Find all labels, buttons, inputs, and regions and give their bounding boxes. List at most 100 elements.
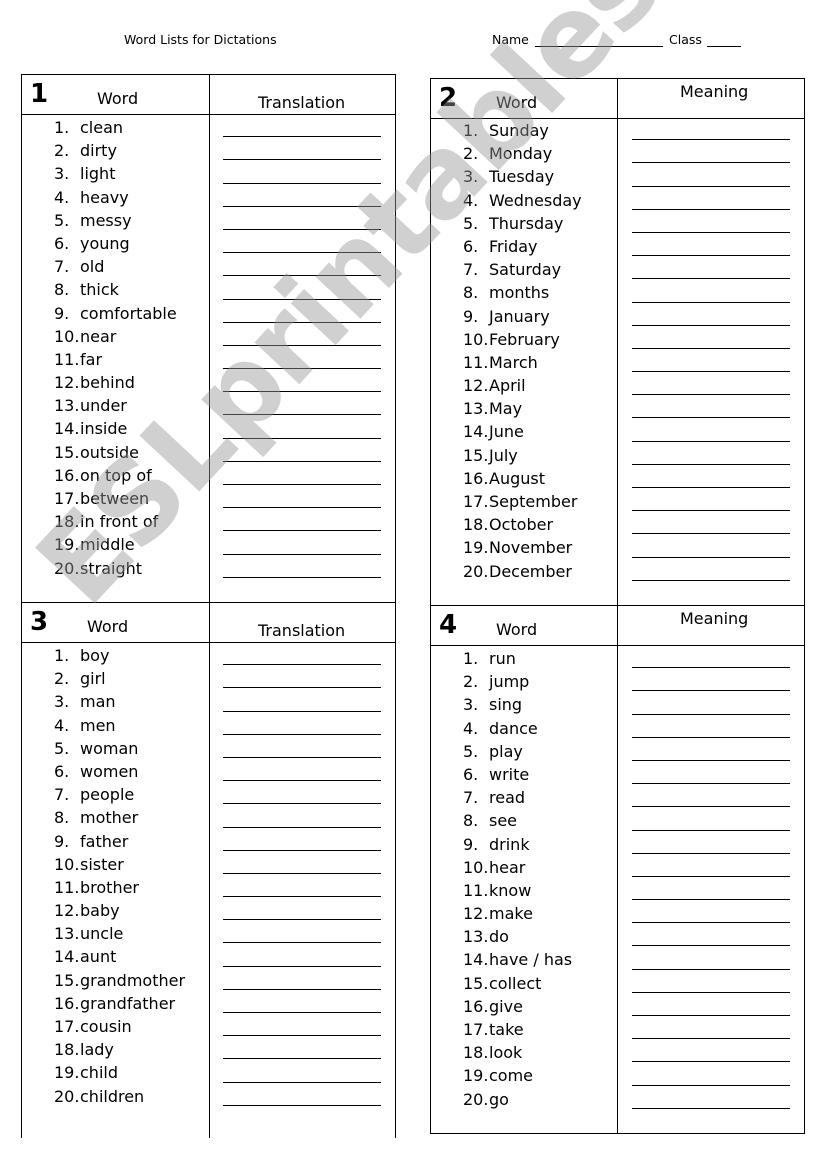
answer-line[interactable] (223, 555, 381, 578)
item-number: 12. (54, 901, 80, 921)
list-item: 5. play (463, 741, 572, 764)
answer-line[interactable] (632, 279, 790, 303)
answer-line[interactable] (632, 877, 790, 901)
answer-line[interactable] (632, 210, 790, 233)
list-item: 11. far (54, 349, 177, 372)
answer-line[interactable] (632, 738, 790, 761)
answer-line[interactable] (632, 326, 790, 349)
class-field[interactable] (707, 46, 741, 47)
answer-line[interactable] (632, 558, 790, 581)
answer-line[interactable] (223, 531, 381, 555)
answer-line[interactable] (223, 990, 381, 1013)
answer-line[interactable] (223, 851, 381, 874)
answer-line[interactable] (632, 465, 790, 488)
answer-line[interactable] (223, 943, 381, 967)
answer-line[interactable] (223, 804, 381, 828)
answer-line[interactable] (632, 418, 790, 442)
item-word: women (80, 761, 139, 781)
page-title: Word Lists for Dictations (124, 32, 277, 47)
list-item: 5. messy (54, 210, 177, 233)
answer-line[interactable] (632, 117, 790, 141)
answer-line[interactable] (632, 831, 790, 854)
answer-line[interactable] (223, 276, 381, 300)
answer-line[interactable] (223, 439, 381, 462)
list-item: 6. women (54, 761, 185, 784)
answer-line[interactable] (632, 784, 790, 808)
answer-line[interactable] (223, 207, 381, 230)
answer-line[interactable] (223, 1083, 381, 1106)
answer-line[interactable] (632, 233, 790, 257)
answer-line[interactable] (223, 253, 381, 277)
answer-line[interactable] (223, 508, 381, 532)
answer-line[interactable] (223, 369, 381, 393)
list-item: 10. February (463, 329, 582, 352)
answer-line[interactable] (632, 511, 790, 535)
answer-line[interactable] (223, 920, 381, 944)
answer-line[interactable] (223, 300, 381, 323)
answer-line[interactable] (632, 256, 790, 280)
answer-line[interactable] (223, 1059, 381, 1083)
answer-line[interactable] (223, 323, 381, 346)
answer-line[interactable] (223, 665, 381, 689)
answer-line[interactable] (223, 1036, 381, 1060)
answer-line[interactable] (632, 442, 790, 465)
item-number: 6. (54, 233, 70, 253)
answer-line[interactable] (632, 1039, 790, 1063)
answer-line[interactable] (632, 534, 790, 558)
item-word: in front of (80, 512, 159, 532)
answer-line[interactable] (632, 668, 790, 692)
answer-line[interactable] (632, 349, 790, 373)
answer-line[interactable] (632, 303, 790, 326)
answer-line[interactable] (632, 372, 790, 396)
answer-line[interactable] (223, 897, 381, 921)
item-number: 19. (54, 1063, 80, 1083)
answer-line[interactable] (632, 807, 790, 831)
answer-line[interactable] (632, 187, 790, 210)
name-field[interactable] (535, 46, 663, 47)
answer-line[interactable] (632, 993, 790, 1016)
answer-line[interactable] (223, 688, 381, 712)
answer-line[interactable] (223, 642, 381, 666)
answer-line[interactable] (223, 781, 381, 805)
answer-line[interactable] (632, 645, 790, 669)
answer-line[interactable] (632, 1016, 790, 1040)
answer-line[interactable] (223, 967, 381, 990)
item-word: hear (489, 857, 526, 877)
answer-line[interactable] (632, 395, 790, 419)
answer-line[interactable] (632, 691, 790, 715)
answer-line[interactable] (632, 163, 790, 187)
answer-line[interactable] (632, 923, 790, 947)
answer-line[interactable] (223, 392, 381, 416)
answer-line[interactable] (632, 488, 790, 512)
item-word: February (489, 329, 560, 349)
answer-line[interactable] (223, 828, 381, 851)
answer-line[interactable] (223, 137, 381, 161)
answer-line[interactable] (632, 1086, 790, 1109)
item-word: lady (80, 1040, 114, 1060)
list-item: 1. Sunday (463, 120, 582, 143)
answer-line[interactable] (223, 485, 381, 509)
answer-line[interactable] (632, 946, 790, 970)
answer-line[interactable] (223, 114, 381, 138)
answer-line[interactable] (223, 184, 381, 207)
answer-line[interactable] (223, 874, 381, 898)
answer-line[interactable] (632, 970, 790, 993)
answer-line[interactable] (223, 758, 381, 782)
answer-line[interactable] (632, 1062, 790, 1086)
answer-line[interactable] (223, 160, 381, 184)
answer-line[interactable] (223, 735, 381, 758)
answer-line[interactable] (632, 140, 790, 164)
answer-line[interactable] (632, 761, 790, 785)
answer-line[interactable] (223, 712, 381, 735)
answer-line[interactable] (632, 715, 790, 738)
answer-line[interactable] (632, 854, 790, 877)
list-item: 18. in front of (54, 511, 177, 534)
answer-line[interactable] (223, 415, 381, 439)
answer-line[interactable] (632, 900, 790, 924)
answer-line[interactable] (223, 462, 381, 485)
answer-line[interactable] (223, 230, 381, 254)
answer-line[interactable] (223, 346, 381, 370)
item-word: outside (80, 442, 139, 462)
answer-line[interactable] (223, 1013, 381, 1037)
item-word: sister (80, 854, 124, 874)
